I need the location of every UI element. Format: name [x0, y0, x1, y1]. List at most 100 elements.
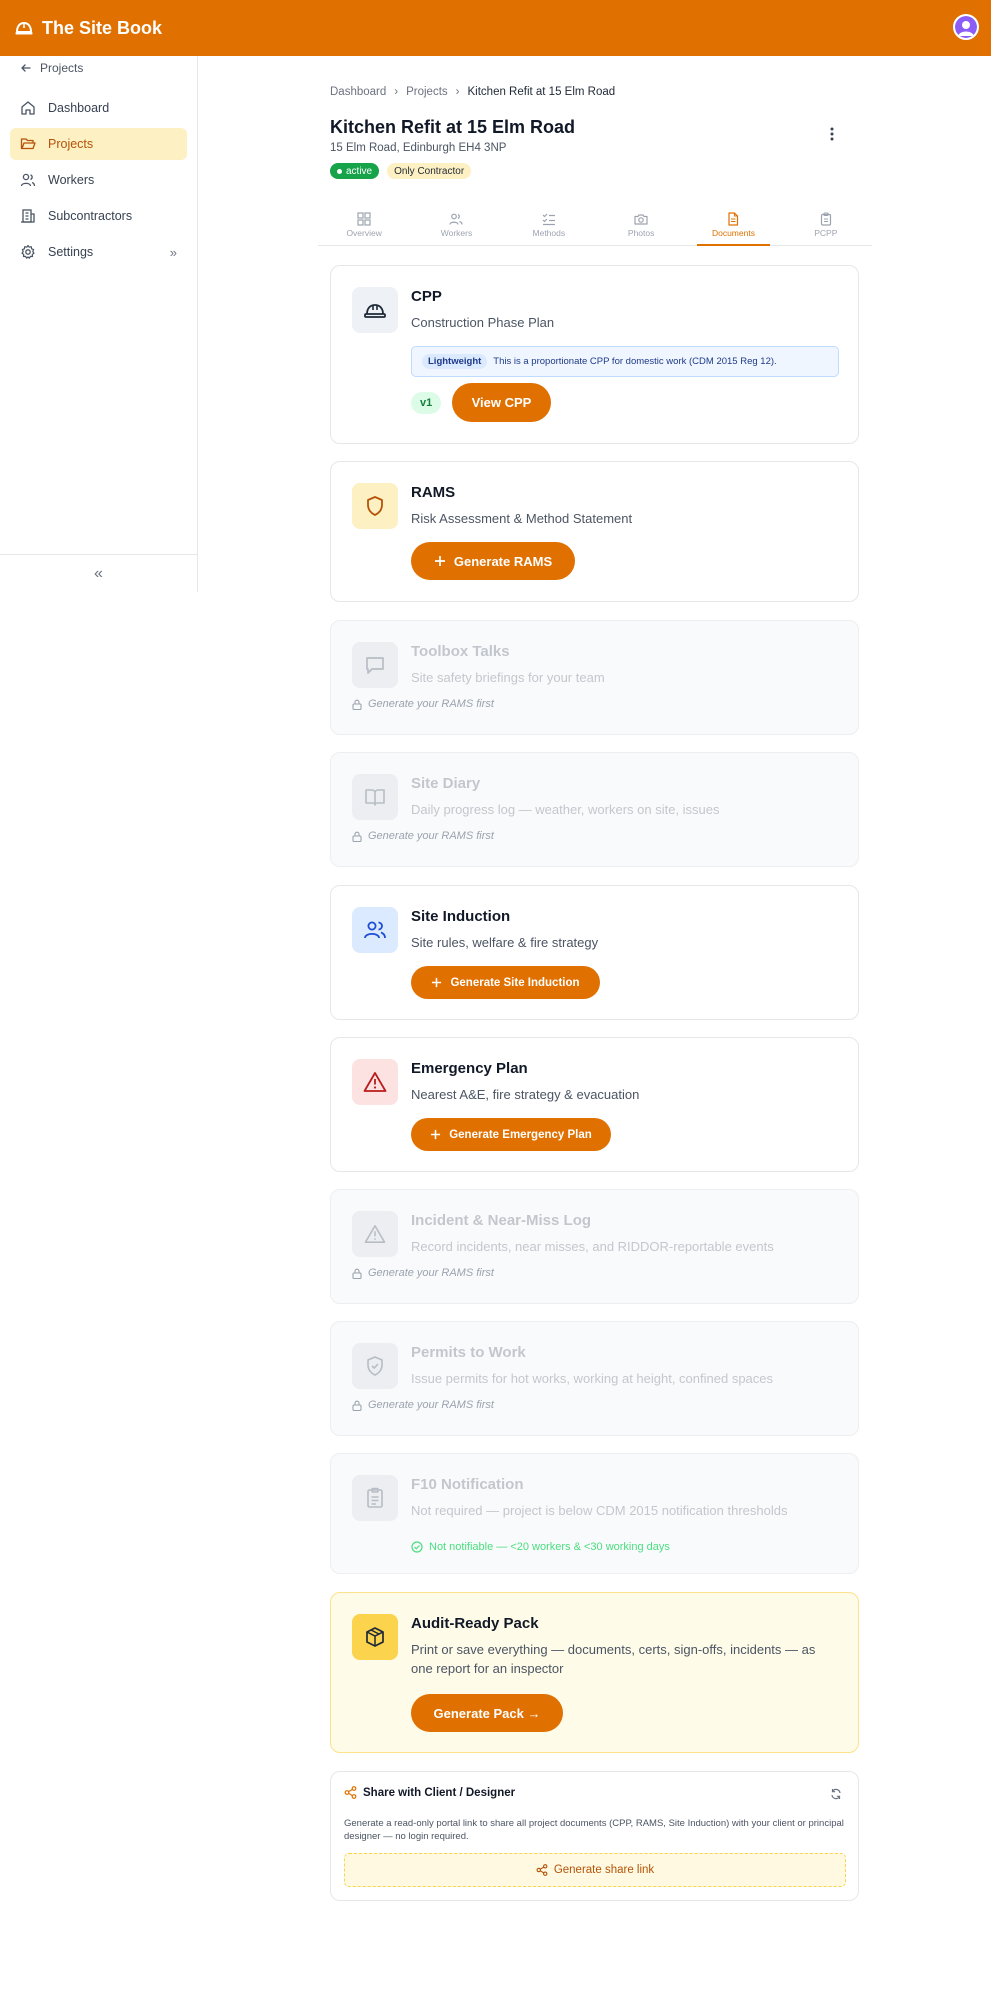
refresh-icon[interactable] — [830, 1788, 842, 1800]
top-bar: The Site Book — [0, 0, 991, 56]
lock-note-text: Generate your RAMS first — [368, 1267, 494, 1279]
check-circle-icon — [411, 1541, 423, 1553]
incident-log-card: Incident & Near-Miss Log Record incident… — [330, 1189, 859, 1304]
sidebar-item-label: Workers — [48, 173, 95, 187]
generate-pack-button[interactable]: Generate Pack → — [411, 1694, 563, 1732]
card-title: CPP — [411, 288, 442, 305]
generate-site-induction-button[interactable]: Generate Site Induction — [411, 966, 600, 999]
card-subtitle: Print or save everything — documents, ce… — [411, 1642, 816, 1676]
lightweight-pill: Lightweight — [422, 354, 488, 369]
project-badges: active Only Contractor — [330, 163, 472, 179]
tab-label: PCPP — [814, 227, 838, 238]
card-subtitle: Record incidents, near misses, and RIDDO… — [411, 1239, 774, 1254]
contractor-badge: Only Contractor — [387, 163, 472, 179]
button-label: Generate RAMS — [453, 553, 553, 569]
lock-icon — [352, 1268, 362, 1279]
version-badge: v1 — [411, 392, 442, 414]
more-options-icon[interactable] — [830, 126, 834, 142]
card-title: RAMS — [411, 484, 456, 501]
avatar[interactable] — [953, 14, 979, 40]
lock-note-text: Generate your RAMS first — [368, 830, 494, 842]
tab-label: Methods — [532, 227, 566, 238]
tab-pcpp[interactable]: PCPP — [780, 204, 872, 245]
collapse-sidebar-button[interactable]: « — [0, 554, 197, 592]
card-subtitle: Risk Assessment & Method Statement — [411, 511, 633, 526]
sidebar-item-dashboard[interactable]: Dashboard — [10, 92, 187, 124]
building-icon — [20, 208, 36, 224]
audit-pack-card: Audit-Ready Pack Print or save everythin… — [330, 1592, 859, 1753]
page-title: Kitchen Refit at 15 Elm Road — [330, 117, 576, 137]
shield-check-icon — [352, 1343, 398, 1389]
users-icon — [352, 907, 398, 953]
tab-label: Overview — [346, 227, 382, 238]
sidebar-item-subcontractors[interactable]: Subcontractors — [10, 200, 187, 232]
status-dot — [337, 168, 342, 174]
chevron-right-icon: › — [455, 86, 460, 98]
view-cpp-button[interactable]: View CPP — [452, 383, 551, 422]
card-subtitle: Nearest A&E, fire strategy & evacuation — [411, 1087, 640, 1102]
sidebar-item-projects[interactable]: Projects — [10, 128, 187, 160]
clipboard-list-icon — [352, 1475, 398, 1521]
breadcrumb-current: Kitchen Refit at 15 Elm Road — [467, 86, 616, 98]
status-badge: active — [330, 163, 380, 179]
info-text: This is a proportionate CPP for domestic… — [493, 356, 777, 367]
permits-card: Permits to Work Issue permits for hot wo… — [330, 1321, 859, 1436]
tab-overview[interactable]: Overview — [318, 204, 410, 245]
brand-logo[interactable]: The Site Book — [14, 18, 162, 39]
chevrons-right-icon[interactable]: » — [170, 245, 177, 260]
card-title: Incident & Near-Miss Log — [411, 1212, 592, 1229]
lock-icon — [352, 699, 362, 710]
share-description: Generate a read-only portal link to shar… — [344, 1818, 844, 1842]
emergency-plan-card: Emergency Plan Nearest A&E, fire strateg… — [330, 1037, 859, 1172]
sidebar-item-label: Projects — [48, 137, 94, 151]
message-square-icon — [352, 642, 398, 688]
arrow-left-icon — [20, 62, 32, 74]
lock-note: Generate your RAMS first — [352, 830, 494, 842]
tab-photos[interactable]: Photos — [595, 204, 687, 245]
card-subtitle: Daily progress log — weather, workers on… — [411, 802, 720, 817]
tab-methods[interactable]: Methods — [503, 204, 595, 245]
lock-note-text: Generate your RAMS first — [368, 1399, 494, 1411]
card-title: Site Diary — [411, 775, 481, 792]
generate-rams-button[interactable]: Generate RAMS — [411, 542, 575, 580]
lock-note: Generate your RAMS first — [352, 1399, 494, 1411]
card-title: F10 Notification — [411, 1476, 524, 1493]
plus-icon — [434, 555, 446, 567]
generate-emergency-plan-button[interactable]: Generate Emergency Plan — [411, 1118, 611, 1151]
not-notifiable-note: Not notifiable — <20 workers & <30 worki… — [411, 1541, 670, 1553]
back-link-label: Projects — [40, 61, 84, 75]
breadcrumb-dashboard[interactable]: Dashboard — [330, 86, 386, 98]
back-to-projects-link[interactable]: Projects — [0, 56, 197, 80]
camera-icon — [634, 212, 648, 226]
card-title: Toolbox Talks — [411, 643, 510, 660]
plus-icon — [430, 1129, 441, 1140]
lock-note-text: Generate your RAMS first — [368, 698, 494, 710]
tab-label: Workers — [440, 227, 473, 238]
folder-icon — [20, 136, 36, 152]
hard-hat-icon — [14, 19, 34, 37]
generate-share-link-button[interactable]: Generate share link — [344, 1853, 846, 1887]
sidebar: Projects Dashboard Projects Workers Subc… — [0, 56, 198, 592]
grid-icon — [357, 211, 371, 226]
status-label: active — [346, 165, 373, 177]
project-tabs: Overview Workers Methods Photos Document… — [318, 204, 872, 246]
sidebar-item-settings[interactable]: Settings » — [10, 236, 187, 268]
tab-workers[interactable]: Workers — [410, 204, 502, 245]
tab-label: Documents — [711, 227, 755, 238]
tab-documents[interactable]: Documents — [687, 204, 779, 246]
sidebar-item-label: Settings — [48, 245, 94, 259]
users-icon — [20, 172, 36, 188]
gear-icon — [20, 244, 36, 260]
lock-icon — [352, 1400, 362, 1411]
clipboard-icon — [819, 211, 833, 226]
hard-hat-icon — [352, 287, 398, 333]
site-induction-card: Site Induction Site rules, welfare & fir… — [330, 885, 859, 1020]
file-text-icon — [726, 211, 740, 226]
breadcrumb-projects[interactable]: Projects — [406, 86, 448, 98]
card-title: Site Induction — [411, 908, 511, 925]
chevrons-left-icon: « — [94, 564, 103, 582]
lock-note: Generate your RAMS first — [352, 1267, 494, 1279]
list-checks-icon — [542, 212, 556, 226]
sidebar-item-workers[interactable]: Workers — [10, 164, 187, 196]
users-icon — [449, 212, 464, 226]
